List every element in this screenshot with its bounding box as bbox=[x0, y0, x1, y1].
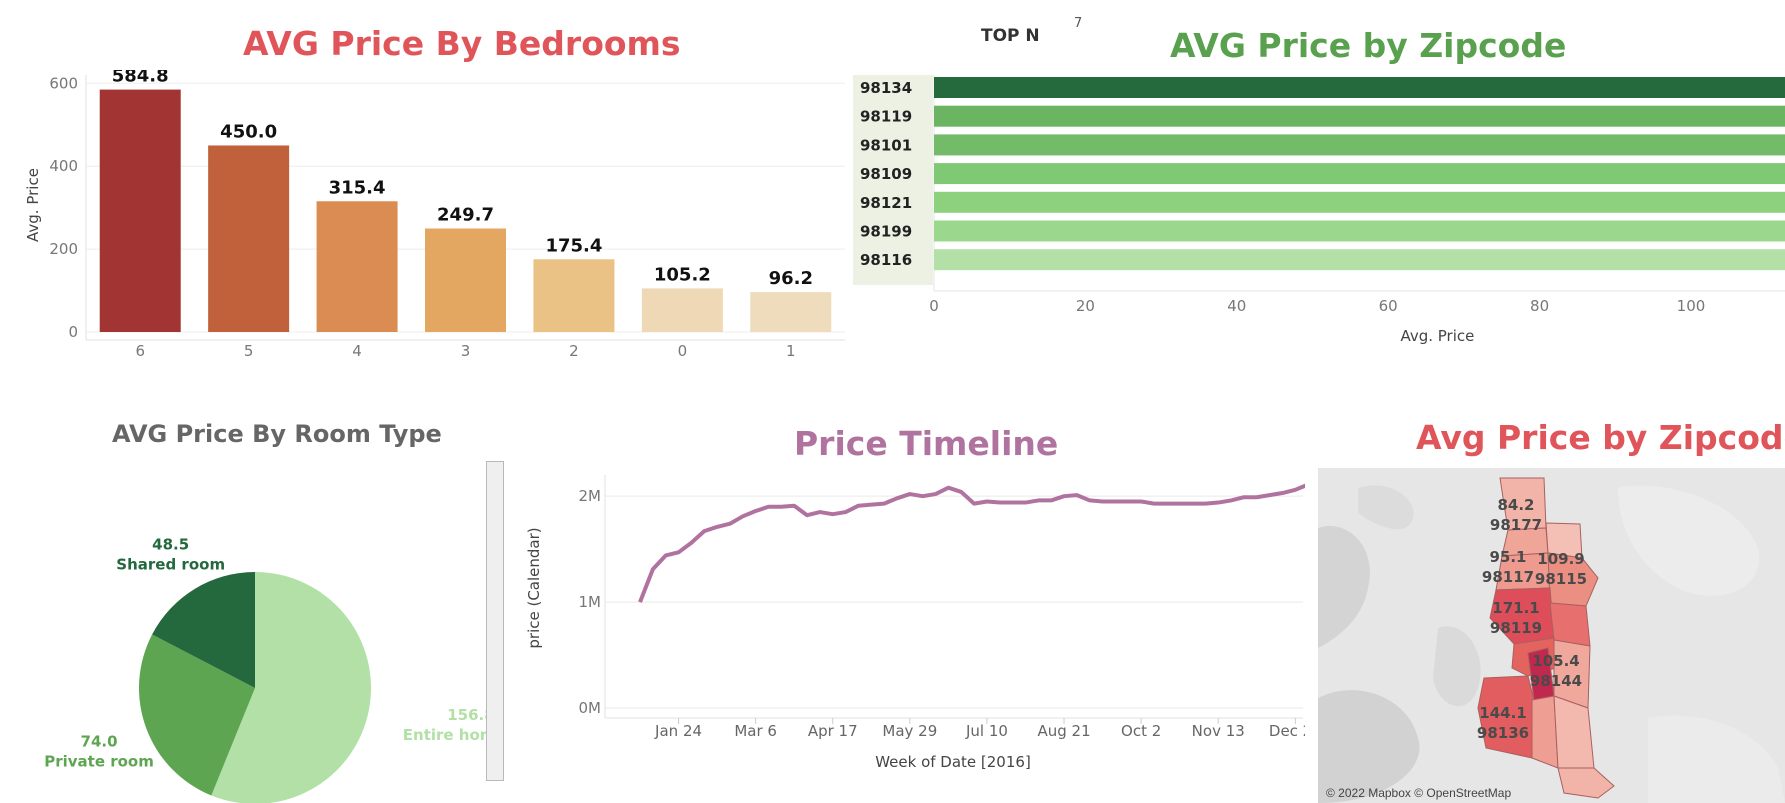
map-zipcode-label: 98136 bbox=[1477, 724, 1529, 742]
map-value-label: 105.4 bbox=[1532, 652, 1579, 670]
x-tick-label: 40 bbox=[1227, 297, 1246, 315]
map-value-label: 84.2 bbox=[1497, 496, 1534, 514]
x-tick-label: 1 bbox=[786, 342, 796, 360]
bar[interactable] bbox=[934, 249, 1785, 271]
x-tick-label: 0 bbox=[929, 297, 939, 315]
map-value-label: 171.1 bbox=[1492, 599, 1539, 617]
category-label: 98121 bbox=[860, 194, 912, 212]
x-tick-label: 3 bbox=[461, 342, 471, 360]
top-n-control[interactable]: TOP N 7 bbox=[978, 14, 1088, 54]
zipcode-bar-chart: 98134206.6098119171.1198101166.949810915… bbox=[853, 75, 1785, 345]
bar-value-label: 315.4 bbox=[329, 177, 386, 198]
map-chart-title: Avg Price by Zipcode bbox=[1416, 418, 1785, 457]
y-tick-label: 0M bbox=[579, 699, 602, 717]
category-label: 98119 bbox=[860, 108, 912, 126]
x-tick-label: 4 bbox=[352, 342, 362, 360]
category-label: 98134 bbox=[860, 79, 912, 97]
map-zipcode-label: 98115 bbox=[1535, 570, 1587, 588]
x-axis-title: Avg. Price bbox=[1400, 327, 1474, 345]
category-label: 98109 bbox=[860, 165, 912, 183]
x-tick-label: Jul 10 bbox=[965, 722, 1008, 740]
x-tick-label: 2 bbox=[569, 342, 579, 360]
x-tick-label: 60 bbox=[1379, 297, 1398, 315]
x-tick-label: Oct 2 bbox=[1121, 722, 1161, 740]
zipcode-map[interactable]: 84.2 98177 109.9 98115 95.1 98117 171.1 98119 10… bbox=[1318, 468, 1785, 803]
pie-value-label: 48.5 bbox=[152, 536, 189, 554]
bar-value-label: 249.7 bbox=[437, 204, 494, 225]
y-axis-title: price (Calendar) bbox=[525, 527, 543, 648]
pie-category-label: Entire home/apt bbox=[403, 726, 490, 744]
bar-value-label: 96.2 bbox=[769, 268, 813, 289]
bar[interactable] bbox=[934, 220, 1785, 242]
x-tick-label: Mar 6 bbox=[734, 722, 777, 740]
x-tick-label: May 29 bbox=[882, 722, 937, 740]
y-tick-label: 400 bbox=[49, 157, 78, 175]
category-label: 98116 bbox=[860, 251, 912, 269]
map-zipcode-label: 98177 bbox=[1490, 516, 1542, 534]
timeline-chart-title: Price Timeline bbox=[794, 424, 1059, 463]
bar-value-label: 105.2 bbox=[654, 264, 711, 285]
x-tick-label: Apr 17 bbox=[808, 722, 858, 740]
x-tick-label: Aug 21 bbox=[1037, 722, 1090, 740]
bar[interactable] bbox=[316, 201, 398, 332]
bar[interactable] bbox=[934, 105, 1785, 127]
map-panel[interactable]: 84.2 98177 109.9 98115 95.1 98117 171.1 98119 10… bbox=[1318, 468, 1785, 803]
y-tick-label: 600 bbox=[49, 74, 78, 92]
bar[interactable] bbox=[750, 292, 832, 332]
map-zipcode-label: 98144 bbox=[1530, 672, 1582, 690]
x-tick-label: 6 bbox=[135, 342, 145, 360]
x-tick-label: 100 bbox=[1677, 297, 1706, 315]
bar[interactable] bbox=[533, 259, 615, 332]
map-zipcode-label: 98117 bbox=[1482, 568, 1534, 586]
category-label: 98199 bbox=[860, 223, 912, 241]
pie-value-label: 156.8 bbox=[447, 706, 490, 724]
bar[interactable] bbox=[934, 191, 1785, 213]
y-tick-label: 2M bbox=[579, 487, 602, 505]
pie-value-label: 74.0 bbox=[81, 733, 118, 751]
price-timeline-chart: 0M 1M 2M Jan 24 Mar 6 Apr 17 May 29 Jul 10 Aug 2… bbox=[525, 475, 1305, 771]
bar[interactable] bbox=[934, 163, 1785, 185]
zipcode-chart-title: AVG Price by Zipcode bbox=[1170, 26, 1567, 65]
map-value-label: 109.9 bbox=[1537, 550, 1584, 568]
y-tick-label: 1M bbox=[579, 593, 602, 611]
category-label: 98101 bbox=[860, 136, 912, 154]
price-line[interactable] bbox=[638, 483, 1305, 603]
bedrooms-chart-title: AVG Price By Bedrooms bbox=[243, 24, 681, 63]
bar[interactable] bbox=[934, 77, 1785, 98]
bar[interactable] bbox=[641, 288, 723, 332]
y-tick-label: 200 bbox=[49, 240, 78, 258]
bedrooms-bar-chart: 0 200 400 600 Avg. Price 584.8 6 450.0 5 315.4 4 24… bbox=[24, 70, 845, 360]
y-axis-title: Avg. Price bbox=[24, 168, 42, 242]
map-value-label: 95.1 bbox=[1489, 548, 1526, 566]
x-tick-label: 20 bbox=[1076, 297, 1095, 315]
map-zipcode-label: 98119 bbox=[1490, 619, 1542, 637]
room-type-chart-title: AVG Price By Room Type bbox=[112, 420, 442, 448]
map-value-label: 144.1 bbox=[1479, 704, 1526, 722]
bar[interactable] bbox=[99, 89, 181, 332]
bar[interactable] bbox=[208, 145, 290, 332]
x-tick-label: 0 bbox=[678, 342, 688, 360]
y-tick-label: 0 bbox=[68, 323, 78, 341]
map-attribution: © 2022 Mapbox © OpenStreetMap bbox=[1326, 786, 1512, 800]
top-n-value[interactable]: 7 bbox=[1074, 16, 1082, 31]
bar-value-label: 450.0 bbox=[220, 121, 277, 142]
bar-value-label: 584.8 bbox=[112, 70, 169, 87]
top-n-label: TOP N bbox=[981, 26, 1040, 46]
x-tick-label: 5 bbox=[244, 342, 254, 360]
x-tick-label: Dec 25 bbox=[1269, 722, 1305, 740]
pie-category-label: Private room bbox=[44, 753, 154, 771]
x-tick-label: Nov 13 bbox=[1192, 722, 1245, 740]
x-tick-label: 80 bbox=[1530, 297, 1549, 315]
bar[interactable] bbox=[425, 228, 506, 332]
bar[interactable] bbox=[934, 134, 1785, 156]
scrollbar[interactable] bbox=[486, 461, 504, 781]
pie-category-label: Shared room bbox=[116, 556, 225, 574]
room-type-pie-chart: 156.8 Entire home/apt 74.0 Private room 48.5… bbox=[44, 536, 490, 803]
x-tick-label: Jan 24 bbox=[654, 722, 702, 740]
x-axis-title: Week of Date [2016] bbox=[875, 753, 1031, 771]
bar-value-label: 175.4 bbox=[545, 235, 602, 256]
